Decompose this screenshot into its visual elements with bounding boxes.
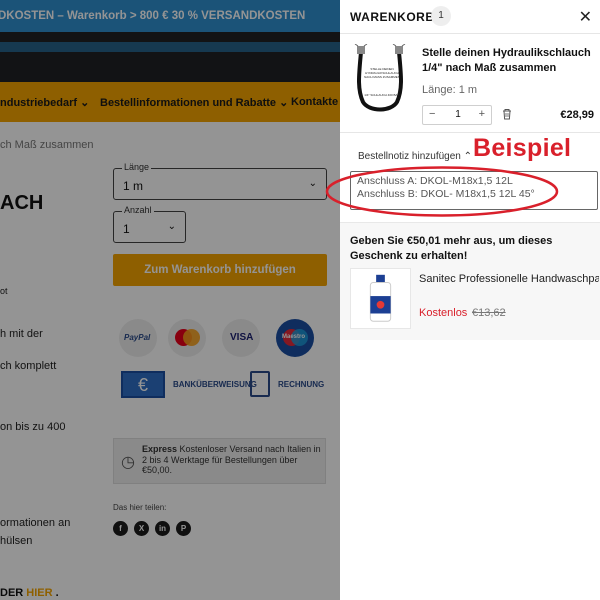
quantity-stepper: − 1 + (422, 105, 492, 125)
thumb-caption: STELLE DEINEN HYDRAULIKSCHLAUCH NACH MAS… (364, 67, 400, 79)
thumb-size: 1/4" SCHLAUCH 400 BAR (364, 93, 400, 97)
gift-promo: Geben Sie €50,01 mehr aus, um dieses Ges… (340, 222, 600, 340)
gift-product-image[interactable] (350, 268, 411, 329)
hose-product-image[interactable] (349, 44, 411, 114)
cart-item-variant: Länge: 1 m (422, 84, 478, 96)
cart-drawer: WARENKORB 1 ✕ STELLE DEINEN HYDRAULIKSCH… (340, 0, 600, 600)
soap-bottle-icon (369, 274, 392, 322)
example-annotation: Beispiel (473, 134, 572, 162)
gift-product-name[interactable]: Sanitec Professionelle Handwaschpaste 1L… (419, 272, 599, 287)
close-icon[interactable]: ✕ (579, 7, 592, 27)
annotation-ellipse (325, 166, 559, 217)
increase-button[interactable]: + (479, 108, 485, 120)
cart-item: STELLE DEINEN HYDRAULIKSCHLAUCH NACH MAS… (340, 35, 600, 133)
modal-overlay[interactable] (0, 0, 340, 600)
gift-free-label: Kostenlos (419, 307, 468, 319)
cart-title: WARENKORB (350, 10, 435, 24)
trash-icon[interactable] (502, 108, 512, 120)
cart-item-name[interactable]: Stelle deinen Hydraulikschlauch 1/4" nac… (422, 46, 594, 76)
gift-old-price: €13,62 (472, 307, 506, 319)
cart-header: WARENKORB 1 ✕ (340, 0, 600, 34)
cart-item-price: €28,99 (560, 109, 594, 121)
order-note-toggle[interactable]: Bestellnotiz hinzufügen ⌃ (358, 151, 472, 162)
gift-title: Geben Sie €50,01 mehr aus, um dieses Ges… (350, 235, 553, 262)
cart-count-badge: 1 (431, 6, 451, 26)
